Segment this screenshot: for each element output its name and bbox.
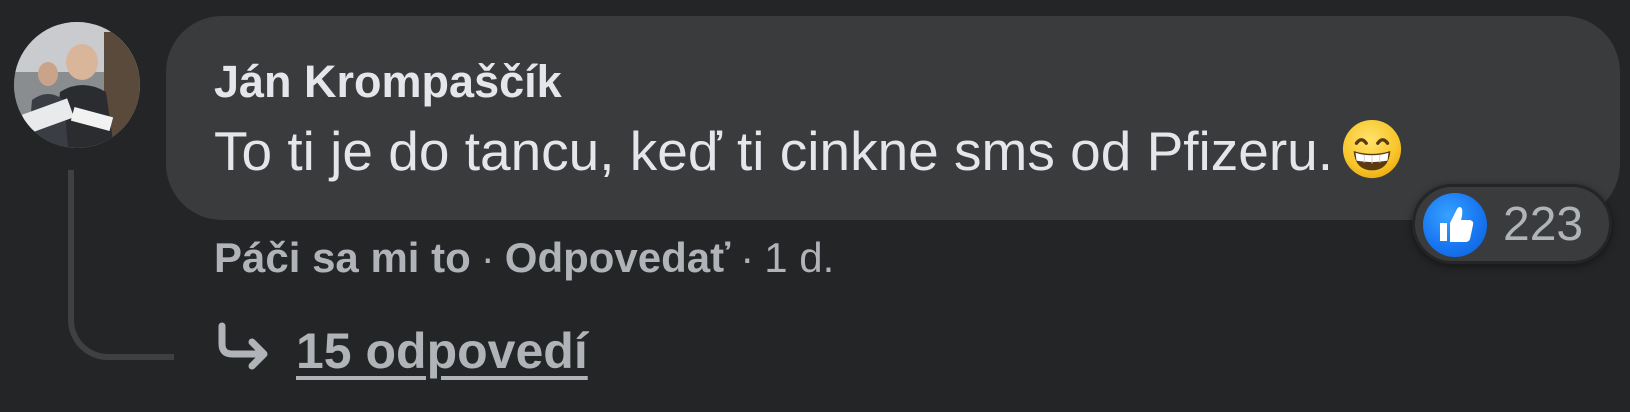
separator: ·: [480, 234, 495, 281]
comment-actions: Páči sa mi to · Odpovedať · 1 d.: [214, 234, 834, 282]
reply-button[interactable]: Odpovedať: [505, 234, 730, 281]
separator: ·: [740, 234, 755, 281]
reaction-summary[interactable]: 223: [1412, 184, 1612, 264]
profile-photo: [14, 22, 140, 148]
reply-arrow-icon: [218, 322, 268, 370]
avatar[interactable]: [14, 22, 140, 148]
comment-bubble: Ján Krompaščík To ti je do tancu, keď ti…: [166, 16, 1620, 220]
like-button[interactable]: Páči sa mi to: [214, 234, 471, 281]
replies-count-label[interactable]: 15 odpovedí: [296, 323, 588, 379]
thread-line: [68, 170, 174, 360]
comment-text: To ti je do tancu, keď ti cinkne sms od …: [214, 118, 1403, 183]
comment-author[interactable]: Ján Krompaščík: [214, 56, 562, 108]
timestamp[interactable]: 1 d.: [764, 234, 834, 281]
like-icon: [1423, 193, 1487, 257]
comment-text-content: To ti je do tancu, keď ti cinkne sms od …: [214, 120, 1334, 182]
view-replies-link[interactable]: 15 odpovedí: [214, 322, 588, 380]
grinning-face-with-smiling-eyes-icon: [1342, 119, 1402, 179]
reaction-count: 223: [1503, 198, 1584, 251]
